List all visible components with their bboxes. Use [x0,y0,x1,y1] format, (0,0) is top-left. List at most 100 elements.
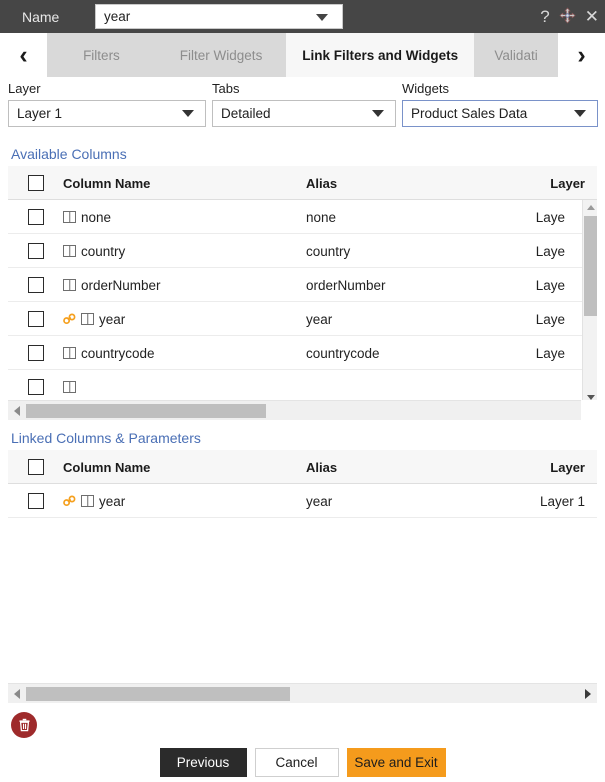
row-layer: Layer 1 [540,484,585,518]
table-row[interactable]: year year Laye [8,302,597,336]
scroll-left-arrow-icon[interactable] [8,406,26,416]
chevron-down-icon [316,14,328,21]
layer-selector-label: Layer [8,81,206,96]
titlebar-icons: ? ✕ [540,0,599,33]
widgets-dropdown[interactable]: Product Sales Data [402,100,598,127]
table-row[interactable]: countrycode countrycode Laye [8,336,597,370]
row-checkbox[interactable] [28,311,44,327]
available-columns-header: Column Name Alias Layer [8,166,597,200]
layer-selector: Layer Layer 1 [8,81,206,127]
tabs-dropdown[interactable]: Detailed [212,100,396,127]
row-column-name: year [63,484,125,518]
help-icon[interactable]: ? [540,8,549,25]
tab-link-filters-and-widgets[interactable]: Link Filters and Widgets [286,33,474,77]
name-label: Name [22,9,84,25]
header-alias[interactable]: Alias [306,166,337,200]
row-layer: Laye [536,200,565,234]
row-checkbox[interactable] [28,243,44,259]
row-column-name: orderNumber [63,268,161,302]
widgets-selector-label: Widgets [402,81,598,96]
row-column-name-text: none [81,210,111,225]
available-vertical-scrollbar[interactable] [582,200,597,405]
linked-columns-body: year year Layer 1 [8,484,597,703]
delete-button[interactable] [11,712,37,738]
table-row-partial[interactable] [8,370,597,404]
row-checkbox[interactable] [28,277,44,293]
horizontal-scrollbar-track[interactable] [26,401,579,421]
horizontal-scrollbar-track[interactable] [26,684,579,704]
tabs-selector-label: Tabs [212,81,396,96]
tab-filter-widgets[interactable]: Filter Widgets [156,33,286,77]
row-column-name: year [63,302,125,336]
row-checkbox[interactable] [28,345,44,361]
tabs-scroll-right-button[interactable]: › [558,33,605,77]
previous-button[interactable]: Previous [160,748,247,777]
scrollbar-corner [581,400,597,420]
dialog-footer: Previous Cancel Save and Exit [0,748,605,782]
close-icon[interactable]: ✕ [585,8,599,25]
widgets-selector: Widgets Product Sales Data [402,81,598,127]
row-alias: orderNumber [306,268,386,302]
table-row[interactable]: year year Layer 1 [8,484,597,518]
row-alias: countrycode [306,336,380,370]
row-layer: Laye [536,302,565,336]
row-checkbox[interactable] [28,493,44,509]
select-all-checkbox-linked[interactable] [28,459,44,475]
tabs-dropdown-value: Detailed [221,106,271,121]
save-and-exit-button[interactable]: Save and Exit [347,748,446,777]
row-checkbox[interactable] [28,379,44,395]
row-checkbox[interactable] [28,209,44,225]
tab-validation[interactable]: Validati [474,33,558,77]
row-column-name: country [63,234,125,268]
column-icon [63,347,76,359]
horizontal-scrollbar-thumb[interactable] [26,687,290,701]
header-alias[interactable]: Alias [306,450,337,484]
available-columns-table: Column Name Alias Layer none none Laye c… [8,166,597,405]
column-icon [63,211,76,223]
header-column-name[interactable]: Column Name [63,450,150,484]
table-row[interactable]: none none Laye [8,200,597,234]
column-icon [63,245,76,257]
column-icon [63,381,76,393]
layer-dropdown[interactable]: Layer 1 [8,100,206,127]
available-horizontal-scrollbar[interactable] [8,400,597,420]
linked-columns-title: Linked Columns & Parameters [11,430,201,446]
row-column-name-text: countrycode [81,346,155,361]
scroll-right-arrow-icon[interactable] [579,689,597,699]
row-layer: Laye [536,234,565,268]
table-row[interactable]: orderNumber orderNumber Laye [8,268,597,302]
row-layer: Laye [536,268,565,302]
link-icon [63,313,76,325]
column-icon [63,279,76,291]
link-icon [63,495,76,507]
selector-row: Layer Layer 1 Tabs Detailed Widgets Prod… [0,77,605,135]
layer-dropdown-value: Layer 1 [17,106,62,121]
tab-filters[interactable]: Filters [47,33,156,77]
chevron-down-icon [372,110,384,117]
scroll-up-arrow-icon[interactable] [583,200,597,215]
chevron-down-icon [182,110,194,117]
tabs-scroll-left-button[interactable]: ‹ [0,33,47,77]
tabs-selector: Tabs Detailed [212,81,396,127]
move-icon[interactable] [559,7,576,27]
select-all-checkbox-available[interactable] [28,175,44,191]
cancel-button[interactable]: Cancel [255,748,339,777]
widgets-dropdown-value: Product Sales Data [411,106,527,121]
scroll-left-arrow-icon[interactable] [8,689,26,699]
header-column-name[interactable]: Column Name [63,166,150,200]
table-row[interactable]: country country Laye [8,234,597,268]
row-column-name: countrycode [63,336,155,370]
header-layer[interactable]: Layer [550,450,585,484]
linked-columns-header: Column Name Alias Layer [8,450,597,484]
available-columns-title: Available Columns [11,146,127,162]
vertical-scrollbar-thumb[interactable] [584,216,597,316]
row-alias: year [306,484,332,518]
linked-horizontal-scrollbar[interactable] [8,683,597,703]
horizontal-scrollbar-thumb[interactable] [26,404,266,418]
name-combobox-value: year [104,9,130,24]
row-alias: none [306,200,336,234]
header-layer[interactable]: Layer [550,166,585,200]
row-alias: country [306,234,350,268]
name-combobox[interactable]: year [95,4,343,29]
tab-list: Filters Filter Widgets Link Filters and … [47,33,558,77]
